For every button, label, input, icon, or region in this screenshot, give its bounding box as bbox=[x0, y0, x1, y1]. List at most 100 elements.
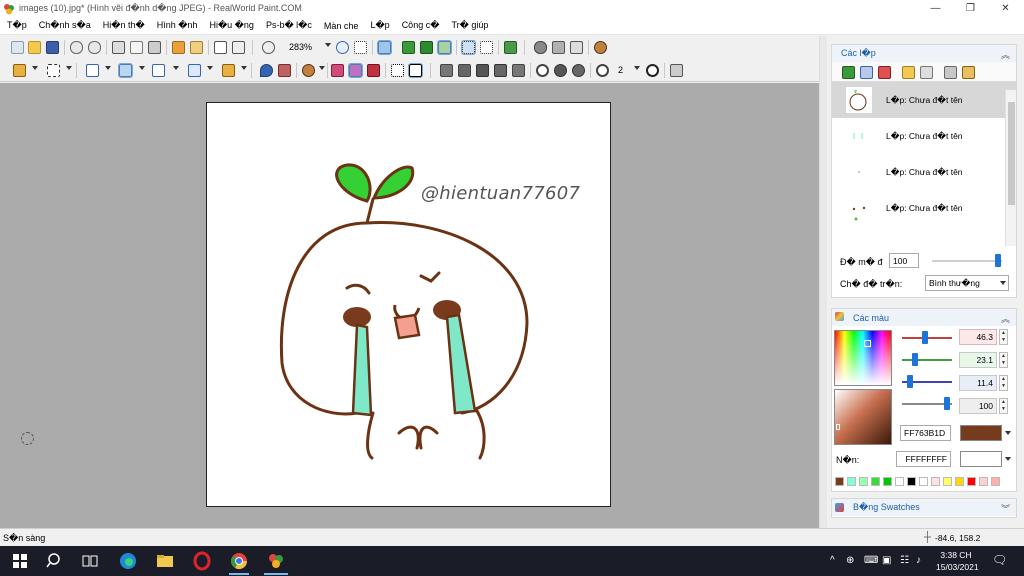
brush-preview-icon[interactable] bbox=[646, 64, 659, 77]
task-view-icon[interactable] bbox=[80, 551, 100, 571]
paste-icon[interactable] bbox=[148, 41, 161, 54]
color-swatch[interactable] bbox=[991, 477, 1000, 486]
pencil-icon[interactable] bbox=[278, 64, 291, 77]
saturation-spinner[interactable]: ▲ ▼ bbox=[999, 352, 1008, 368]
fit-window-icon[interactable] bbox=[354, 41, 367, 54]
layer-item[interactable]: L�p: Chưa đ�t tên bbox=[832, 190, 1016, 226]
close-button[interactable]: ✕ bbox=[988, 0, 1023, 17]
zoom-in-icon[interactable] bbox=[336, 41, 349, 54]
wand-dropdown-icon[interactable] bbox=[32, 66, 38, 70]
face-dropdown-icon[interactable] bbox=[319, 66, 325, 70]
color-swatch[interactable] bbox=[931, 477, 940, 486]
blend-mode-3-icon[interactable] bbox=[367, 64, 380, 77]
layer-image-icon[interactable] bbox=[944, 66, 957, 79]
edge-browser-icon[interactable] bbox=[118, 551, 138, 571]
system-clock[interactable]: 3:38 CH 15/03/2021 bbox=[936, 549, 979, 573]
color-swatch[interactable] bbox=[967, 477, 976, 486]
text-dropdown-icon[interactable] bbox=[105, 66, 111, 70]
copy-layer-icon[interactable] bbox=[902, 66, 915, 79]
image-landscape-icon[interactable] bbox=[437, 40, 452, 55]
stamp-icon[interactable] bbox=[552, 41, 565, 54]
file-explorer-icon[interactable] bbox=[155, 551, 175, 571]
shape-tool-icon[interactable] bbox=[188, 64, 201, 77]
lightness-slider-thumb[interactable] bbox=[907, 375, 913, 388]
chrome-browser-icon[interactable] bbox=[229, 551, 249, 571]
fill-dropdown-icon[interactable] bbox=[241, 66, 247, 70]
save-icon[interactable] bbox=[46, 41, 59, 54]
color-swatch[interactable] bbox=[943, 477, 952, 486]
marquee-select-icon[interactable] bbox=[461, 40, 476, 55]
image-green-icon[interactable] bbox=[402, 41, 415, 54]
layer-item[interactable]: L�p: Chưa đ�t tên bbox=[832, 118, 1016, 154]
magic-wand-icon[interactable] bbox=[13, 64, 26, 77]
hue-spinner[interactable]: ▲ ▼ bbox=[999, 329, 1008, 345]
primary-color-dropdown-icon[interactable] bbox=[1005, 431, 1011, 435]
primary-color-swatch[interactable] bbox=[960, 425, 1002, 441]
collapse-icon[interactable]: ︽ bbox=[1001, 312, 1010, 325]
color-swatch[interactable] bbox=[919, 477, 928, 486]
antialias-icon[interactable] bbox=[670, 64, 683, 77]
rect-select-icon[interactable] bbox=[47, 64, 60, 77]
merge-layer-icon[interactable] bbox=[920, 66, 933, 79]
hue-color-wheel[interactable] bbox=[834, 330, 892, 386]
copy-icon[interactable] bbox=[130, 41, 143, 54]
color-swatch[interactable] bbox=[847, 477, 856, 486]
rect-fill-icon[interactable] bbox=[458, 64, 471, 77]
opacity-slider-track[interactable] bbox=[932, 260, 1002, 262]
lasso-icon[interactable] bbox=[214, 41, 227, 54]
alpha-slider-thumb[interactable] bbox=[944, 397, 950, 410]
fill-bucket-icon[interactable] bbox=[222, 64, 235, 77]
saturation-slider-track[interactable] bbox=[902, 359, 952, 361]
select-dropdown-icon[interactable] bbox=[66, 66, 72, 70]
menu-mask[interactable]: Màn che bbox=[324, 21, 359, 31]
lightness-spinner[interactable]: ▲ ▼ bbox=[999, 375, 1008, 391]
blend-mode-2-icon[interactable] bbox=[348, 63, 363, 78]
layer-item[interactable]: L�p: Chưa đ�t tên bbox=[832, 154, 1016, 190]
background-color-swatch[interactable] bbox=[960, 451, 1002, 467]
saturation-value-input[interactable]: 23.1 bbox=[959, 352, 997, 368]
blend-mode-select[interactable]: Bình thư�ng bbox=[925, 275, 1009, 291]
rect-outline-icon[interactable] bbox=[440, 64, 453, 77]
pen-tool-icon[interactable] bbox=[570, 41, 583, 54]
minimize-button[interactable]: — bbox=[918, 0, 953, 17]
color-swatch[interactable] bbox=[859, 477, 868, 486]
collapse-icon[interactable]: ︽ bbox=[1001, 48, 1010, 61]
user-icon[interactable] bbox=[594, 41, 607, 54]
delete-layer-icon[interactable] bbox=[878, 66, 891, 79]
eraser-icon[interactable] bbox=[534, 41, 547, 54]
swatches-panel-header[interactable]: B�ng Swatches ︾ bbox=[832, 499, 1016, 516]
rect-shadow-icon[interactable] bbox=[512, 64, 525, 77]
realworld-paint-icon[interactable] bbox=[266, 551, 286, 571]
hue-value-input[interactable]: 46.3 bbox=[959, 329, 997, 345]
line-style-solid-icon[interactable] bbox=[408, 63, 423, 78]
tray-photos-icon[interactable]: ▣ bbox=[882, 555, 891, 566]
blend-dropdown-icon[interactable] bbox=[1000, 281, 1006, 285]
opera-browser-icon[interactable] bbox=[192, 551, 212, 571]
select-arrow-icon[interactable] bbox=[232, 41, 245, 54]
brush-shape-icon[interactable] bbox=[596, 64, 609, 77]
menu-view[interactable]: Hi�n th� bbox=[103, 20, 145, 31]
menu-file[interactable]: T�p bbox=[7, 20, 27, 31]
volume-icon[interactable]: ♪ bbox=[916, 555, 921, 566]
blend-mode-1-icon[interactable] bbox=[331, 64, 344, 77]
duplicate-layer-icon[interactable] bbox=[860, 66, 873, 79]
cut-icon[interactable] bbox=[112, 41, 125, 54]
search-icon[interactable] bbox=[45, 551, 65, 571]
new-layer-icon[interactable] bbox=[842, 66, 855, 79]
ellipse-fill-icon[interactable] bbox=[554, 64, 567, 77]
colors-panel-header[interactable]: Các màu ︽ bbox=[832, 309, 1016, 326]
color-swatch[interactable] bbox=[979, 477, 988, 486]
color-swatch[interactable] bbox=[895, 477, 904, 486]
tray-chevron-icon[interactable]: ^ bbox=[830, 555, 835, 566]
open-folder-icon[interactable] bbox=[28, 41, 41, 54]
ellipse-outline-icon[interactable] bbox=[536, 64, 549, 77]
tray-remote-icon[interactable]: ⌨ bbox=[864, 555, 878, 566]
zoom-icon[interactable] bbox=[262, 41, 275, 54]
ellipse-both-icon[interactable] bbox=[572, 64, 585, 77]
color-swatch[interactable] bbox=[883, 477, 892, 486]
copy-merged-icon[interactable] bbox=[172, 41, 185, 54]
curve-dropdown-icon[interactable] bbox=[173, 66, 179, 70]
brush-dropdown-icon[interactable] bbox=[139, 66, 145, 70]
workspace-scrollbar[interactable] bbox=[819, 36, 827, 528]
curve-tool-icon[interactable] bbox=[152, 64, 165, 77]
